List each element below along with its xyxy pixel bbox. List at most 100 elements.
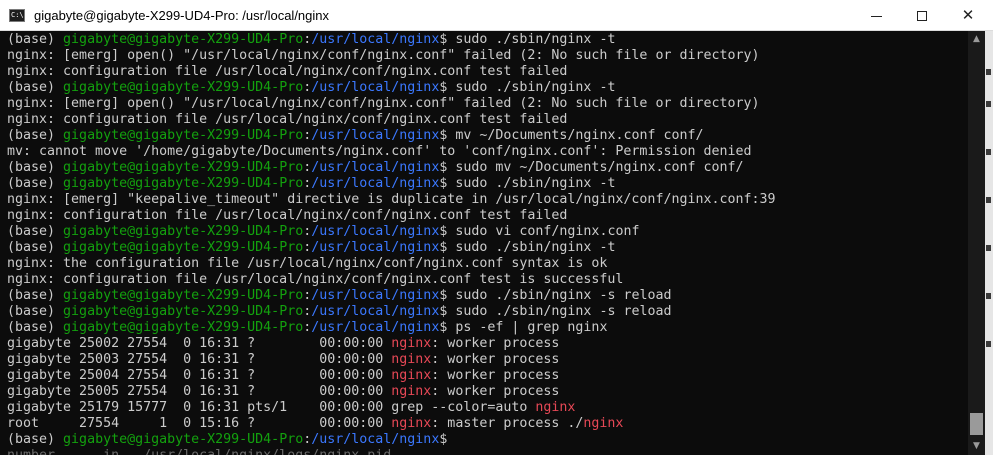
prompt-symbol: $ <box>439 432 456 447</box>
terminal-line: gigabyte 25002 27554 0 16:31 ? 00:00:00 … <box>7 336 968 352</box>
terminal-line: (base) gigabyte@gigabyte-X299-UD4-Pro:/u… <box>7 32 968 48</box>
grep-match: nginx <box>391 352 432 367</box>
terminal-output[interactable]: (base) gigabyte@gigabyte-X299-UD4-Pro:/u… <box>0 31 968 455</box>
grep-match: nginx <box>535 400 576 415</box>
terminal-line: nginx: configuration file /usr/local/ngi… <box>7 112 968 128</box>
prompt-path: /usr/local/nginx <box>311 288 440 303</box>
process-row-text: : worker process <box>431 384 560 399</box>
prompt-symbol: $ <box>439 160 456 175</box>
prompt-path: /usr/local/nginx <box>311 320 440 335</box>
grep-match: nginx <box>391 336 432 351</box>
edge-mark <box>986 101 991 107</box>
prompt-userhost: gigabyte@gigabyte-X299-UD4-Pro <box>63 160 304 175</box>
prompt-env: (base) <box>7 320 64 335</box>
prompt-symbol: $ <box>439 288 456 303</box>
prompt-userhost: gigabyte@gigabyte-X299-UD4-Pro <box>63 288 304 303</box>
process-row-text: : worker process <box>431 368 560 383</box>
maximize-icon <box>917 11 927 22</box>
command-text: sudo mv ~/Documents/nginx.conf conf/ <box>455 160 744 175</box>
terminal-line: nginx: the configuration file /usr/local… <box>7 256 968 272</box>
scroll-down-arrow-icon[interactable]: ▼ <box>968 438 985 455</box>
output-text: nginx: configuration file /usr/local/ngi… <box>7 64 568 79</box>
terminal-line: (base) gigabyte@gigabyte-X299-UD4-Pro:/u… <box>7 80 968 96</box>
prompt-symbol: $ <box>439 240 456 255</box>
prompt-userhost: gigabyte@gigabyte-X299-UD4-Pro <box>63 240 304 255</box>
terminal-line: gigabyte 25004 27554 0 16:31 ? 00:00:00 … <box>7 368 968 384</box>
prompt-env: (base) <box>7 160 64 175</box>
grep-match: nginx <box>391 384 432 399</box>
prompt-symbol: $ <box>439 320 456 335</box>
output-text: nginx: [emerg] open() "/usr/local/nginx/… <box>7 96 760 111</box>
overlapped-window-text: number in /usr/local/nginx/logs/nginx.pi… <box>7 448 391 455</box>
terminal-line: (base) gigabyte@gigabyte-X299-UD4-Pro:/u… <box>7 432 968 448</box>
prompt-path: /usr/local/nginx <box>311 128 440 143</box>
output-text: nginx: the configuration file /usr/local… <box>7 256 608 271</box>
command-text: sudo ./sbin/nginx -t <box>455 80 616 95</box>
process-row-text: gigabyte 25003 27554 0 16:31 ? 00:00:00 <box>7 352 392 367</box>
grep-match: nginx <box>391 416 432 431</box>
terminal-line: (base) gigabyte@gigabyte-X299-UD4-Pro:/u… <box>7 128 968 144</box>
prompt-userhost: gigabyte@gigabyte-X299-UD4-Pro <box>63 176 304 191</box>
output-text: nginx: configuration file /usr/local/ngi… <box>7 208 568 223</box>
grep-match: nginx <box>583 416 624 431</box>
prompt-userhost: gigabyte@gigabyte-X299-UD4-Pro <box>63 304 304 319</box>
command-text: sudo ./sbin/nginx -t <box>455 176 616 191</box>
command-text: sudo ./sbin/nginx -s reload <box>455 304 672 319</box>
terminal-line: mv: cannot move '/home/gigabyte/Document… <box>7 144 968 160</box>
command-text: mv ~/Documents/nginx.conf conf/ <box>455 128 704 143</box>
prompt-userhost: gigabyte@gigabyte-X299-UD4-Pro <box>63 432 304 447</box>
output-text: nginx: [emerg] "keepalive_timeout" direc… <box>7 192 776 207</box>
minimize-button[interactable] <box>853 0 899 31</box>
edge-mark <box>986 341 991 347</box>
edge-mark <box>986 197 991 203</box>
prompt-path: /usr/local/nginx <box>311 32 440 47</box>
prompt-path: /usr/local/nginx <box>311 240 440 255</box>
prompt-userhost: gigabyte@gigabyte-X299-UD4-Pro <box>63 32 304 47</box>
process-row-text: gigabyte 25005 27554 0 16:31 ? 00:00:00 <box>7 384 392 399</box>
command-text: ps -ef | grep nginx <box>455 320 608 335</box>
terminal-line: gigabyte 25005 27554 0 16:31 ? 00:00:00 … <box>7 384 968 400</box>
edge-mark <box>986 245 991 251</box>
prompt-userhost: gigabyte@gigabyte-X299-UD4-Pro <box>63 224 304 239</box>
terminal-line: (base) gigabyte@gigabyte-X299-UD4-Pro:/u… <box>7 320 968 336</box>
scrollbar-thumb[interactable] <box>970 413 983 435</box>
terminal-line: nginx: configuration file /usr/local/ngi… <box>7 64 968 80</box>
terminal-line: nginx: [emerg] open() "/usr/local/nginx/… <box>7 96 968 112</box>
prompt-symbol: $ <box>439 32 456 47</box>
prompt-env: (base) <box>7 128 64 143</box>
prompt-env: (base) <box>7 176 64 191</box>
terminal-line: nginx: [emerg] "keepalive_timeout" direc… <box>7 192 968 208</box>
prompt-path: /usr/local/nginx <box>311 432 440 447</box>
prompt-symbol: $ <box>439 304 456 319</box>
vertical-scrollbar[interactable]: ▲ ▼ <box>968 31 985 455</box>
prompt-symbol: $ <box>439 176 456 191</box>
close-button[interactable]: ✕ <box>945 0 991 31</box>
grep-match: nginx <box>391 368 432 383</box>
prompt-env: (base) <box>7 304 64 319</box>
terminal-line: number in /usr/local/nginx/logs/nginx.pi… <box>7 448 968 455</box>
terminal-line: (base) gigabyte@gigabyte-X299-UD4-Pro:/u… <box>7 176 968 192</box>
prompt-path: /usr/local/nginx <box>311 304 440 319</box>
output-text: nginx: [emerg] open() "/usr/local/nginx/… <box>7 48 760 63</box>
prompt-path: /usr/local/nginx <box>311 160 440 175</box>
terminal-line: (base) gigabyte@gigabyte-X299-UD4-Pro:/u… <box>7 160 968 176</box>
output-text: nginx: configuration file /usr/local/ngi… <box>7 112 568 127</box>
prompt-symbol: $ <box>439 128 456 143</box>
prompt-userhost: gigabyte@gigabyte-X299-UD4-Pro <box>63 320 304 335</box>
close-icon: ✕ <box>961 6 975 24</box>
prompt-env: (base) <box>7 240 64 255</box>
maximize-button[interactable] <box>899 0 945 31</box>
terminal-line: (base) gigabyte@gigabyte-X299-UD4-Pro:/u… <box>7 288 968 304</box>
prompt-path: /usr/local/nginx <box>311 176 440 191</box>
command-text: sudo vi conf/nginx.conf <box>455 224 640 239</box>
prompt-userhost: gigabyte@gigabyte-X299-UD4-Pro <box>63 128 304 143</box>
prompt-symbol: $ <box>439 224 456 239</box>
process-row-text: : worker process <box>431 352 560 367</box>
title-bar[interactable]: C:\ gigabyte@gigabyte-X299-UD4-Pro: /usr… <box>0 0 993 31</box>
prompt-env: (base) <box>7 288 64 303</box>
prompt-env: (base) <box>7 432 64 447</box>
scroll-up-arrow-icon[interactable]: ▲ <box>968 31 985 48</box>
console-icon: C:\ <box>9 9 25 22</box>
terminal-line: (base) gigabyte@gigabyte-X299-UD4-Pro:/u… <box>7 240 968 256</box>
window-title: gigabyte@gigabyte-X299-UD4-Pro: /usr/loc… <box>34 8 330 23</box>
